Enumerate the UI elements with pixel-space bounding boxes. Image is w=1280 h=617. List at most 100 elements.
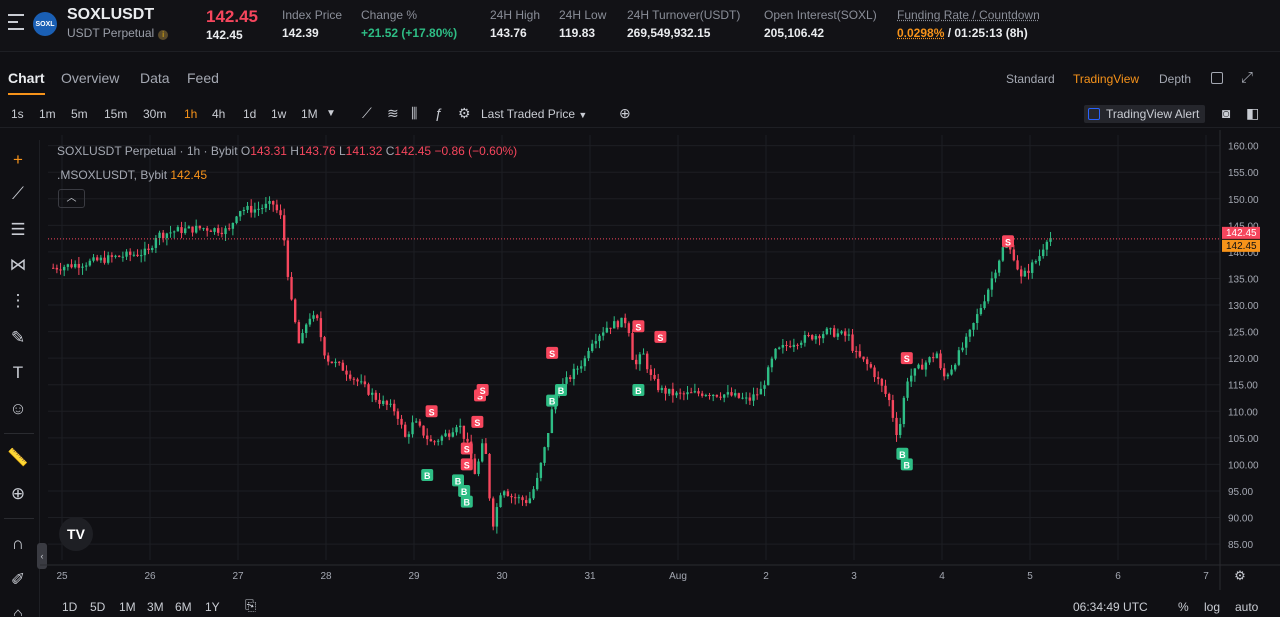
candle: [125, 251, 128, 257]
candle: [143, 248, 147, 256]
timeframe-4h[interactable]: 4h: [212, 107, 225, 121]
function-icon[interactable]: ƒ: [435, 105, 443, 121]
legend-collapse-button[interactable]: ︿: [58, 189, 85, 208]
candle: [910, 375, 913, 382]
add-icon[interactable]: ⊕: [619, 105, 631, 122]
zoom-in-icon[interactable]: ⊕: [6, 482, 30, 506]
x-tick-label: 26: [144, 571, 156, 582]
candlestick-chart[interactable]: 160.00155.00150.00145.00140.00135.00130.…: [40, 130, 1280, 595]
y-tick-label: 100.00: [1228, 460, 1259, 471]
stat-funding[interactable]: Funding Rate / Countdown 0.0298% / 01:25…: [897, 8, 1040, 40]
tab-feed[interactable]: Feed: [187, 70, 219, 86]
candle: [286, 240, 290, 277]
price-source-select[interactable]: Last Traded Price ▼: [481, 107, 587, 121]
candle: [741, 397, 744, 399]
candle: [550, 409, 554, 434]
view-standard[interactable]: Standard: [1006, 72, 1055, 86]
candle: [1042, 249, 1045, 257]
candles-icon[interactable]: ⫼: [411, 105, 417, 122]
tradingview-logo[interactable]: TV: [59, 517, 93, 551]
candle: [880, 378, 884, 386]
trendline-icon[interactable]: ⟋: [6, 182, 30, 206]
axis-settings-icon[interactable]: ⚙: [1234, 569, 1246, 584]
stat-value: 205,106.42: [764, 26, 825, 40]
range-5d[interactable]: 5D: [90, 600, 105, 614]
timeframe-1d[interactable]: 1d: [243, 107, 256, 121]
layout-split-icon[interactable]: ◧: [1246, 105, 1259, 122]
stat-label: Funding Rate / Countdown: [897, 8, 1040, 22]
brush-icon[interactable]: ✎: [6, 326, 30, 350]
candle: [869, 364, 873, 368]
x-tick-label: 7: [1203, 571, 1209, 582]
lock-drawing-icon[interactable]: ✐: [6, 568, 30, 592]
percent-toggle[interactable]: %: [1178, 600, 1189, 614]
trade-marker-label: S: [464, 460, 470, 470]
pattern-icon[interactable]: ⋈: [6, 253, 30, 277]
trade-marker-label: S: [464, 444, 470, 454]
candle: [99, 257, 103, 261]
utc-clock[interactable]: 06:34:49 UTC: [1073, 600, 1148, 614]
candle: [789, 345, 792, 347]
timeframe-1w[interactable]: 1w: [271, 107, 286, 121]
info-icon[interactable]: i: [158, 30, 169, 40]
range-1d[interactable]: 1D: [62, 600, 77, 614]
horizontal-lines-icon[interactable]: ☰: [6, 218, 30, 242]
view-depth[interactable]: Depth: [1159, 72, 1191, 86]
candle: [334, 361, 337, 364]
range-1m[interactable]: 1M: [119, 600, 136, 614]
chart-bottom-bar: 1D 5D 1M 3M 6M 1Y ⎘ 06:34:49 UTC % log a…: [40, 595, 1280, 617]
candle: [393, 403, 396, 412]
candle: [646, 353, 649, 370]
timeframe-dropdown-icon[interactable]: ▼: [326, 108, 336, 119]
fullscreen-icon[interactable]: ⤢: [1241, 69, 1253, 86]
tab-data[interactable]: Data: [140, 70, 170, 86]
emoji-icon[interactable]: ☺: [6, 397, 30, 421]
tab-overview[interactable]: Overview: [61, 70, 119, 86]
tab-chart[interactable]: Chart: [8, 70, 45, 95]
candle: [477, 461, 480, 474]
auto-toggle[interactable]: auto: [1235, 600, 1258, 614]
candle: [1038, 256, 1041, 262]
log-toggle[interactable]: log: [1204, 600, 1220, 614]
lock-icon[interactable]: ⌂: [6, 602, 30, 616]
fib-icon[interactable]: ⋮: [6, 289, 30, 313]
tradingview-alert-button[interactable]: TradingView Alert: [1084, 105, 1206, 123]
timeframe-30m[interactable]: 30m: [143, 107, 166, 121]
candle: [66, 264, 70, 267]
candle: [356, 379, 359, 382]
settings-icon[interactable]: ⚙: [458, 105, 471, 122]
timeframe-5m[interactable]: 5m: [71, 107, 88, 121]
candle: [638, 354, 642, 365]
symbol-name[interactable]: SOXLUSDT: [67, 6, 154, 24]
magnet-icon[interactable]: ∩: [6, 532, 30, 556]
ruler-icon[interactable]: 📏: [6, 446, 30, 470]
menu-icon[interactable]: [8, 14, 24, 30]
timeframe-1m[interactable]: 1m: [39, 107, 56, 121]
legend-close: 142.45: [394, 144, 432, 158]
candle: [209, 230, 213, 232]
candle: [1027, 270, 1030, 273]
crosshair-icon[interactable]: +: [6, 148, 30, 172]
candle: [620, 317, 623, 328]
timeframe-1M[interactable]: 1M: [301, 107, 318, 121]
layout-icon[interactable]: [1211, 72, 1223, 84]
text-icon[interactable]: T: [6, 361, 30, 385]
drawing-toolbar: + ⟋ ☰ ⋈ ⋮ ✎ T ☺ 📏 ⊕ ∩ ✐ ⌂: [0, 140, 40, 617]
timeframe-1s[interactable]: 1s: [11, 107, 24, 121]
date-range-icon[interactable]: ⎘: [245, 597, 256, 614]
range-6m[interactable]: 6M: [175, 600, 192, 614]
range-1y[interactable]: 1Y: [205, 600, 220, 614]
chart-type-icon[interactable]: ⟋: [362, 105, 372, 122]
candle: [913, 368, 917, 376]
timeframe-15m[interactable]: 15m: [104, 107, 127, 121]
camera-icon[interactable]: ◙: [1222, 105, 1230, 121]
candle: [437, 440, 440, 442]
price-chart[interactable]: 160.00 155.00 150.00 145.00 140.00 135.00 130.…: [40, 130, 1280, 617]
view-tradingview[interactable]: TradingView: [1073, 72, 1139, 86]
candle: [228, 228, 231, 230]
candle: [616, 321, 620, 328]
funding-countdown: / 01:25:13 (8h): [944, 26, 1028, 40]
indicators-icon[interactable]: ≋: [387, 105, 399, 122]
range-3m[interactable]: 3M: [147, 600, 164, 614]
timeframe-1h[interactable]: 1h: [184, 107, 197, 121]
